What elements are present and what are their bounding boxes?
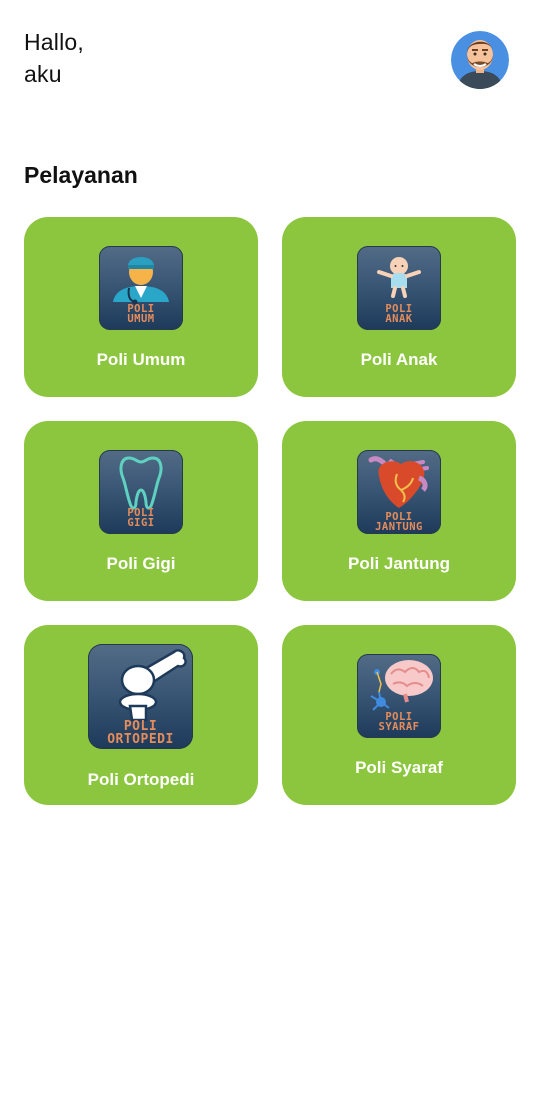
icon-caption-line: ORTOPEDI [107,732,174,747]
man-avatar-icon [451,31,509,89]
section-title: Pelayanan [24,162,138,188]
icon-caption: POLI GIGI [99,508,183,529]
greeting-user-name: aku [24,61,62,87]
doctor-icon: POLI UMUM [99,246,183,330]
service-card-poli-jantung[interactable]: POLI JANTUNG Poli Jantung [282,421,516,601]
service-label: Poli Umum [96,350,186,369]
greeting: Hallo, aku [24,26,84,90]
icon-caption-line: ANAK [385,313,413,325]
service-card-poli-syaraf[interactable]: POLI SYARAF Poli Syaraf [282,625,516,805]
icon-caption: POLI JANTUNG [357,512,441,533]
service-card-poli-umum[interactable]: POLI UMUM Poli Umum [24,217,258,397]
bone-joint-icon: POLI ORTOPEDI [88,644,193,749]
icon-caption: POLI ORTOPEDI [88,720,193,746]
service-card-poli-gigi[interactable]: POLI GIGI Poli Gigi [24,421,258,601]
icon-caption-line: JANTUNG [375,521,423,533]
service-label: Poli Syaraf [355,758,443,777]
service-label: Poli Anak [360,350,438,369]
service-card-poli-anak[interactable]: POLI ANAK Poli Anak [282,217,516,397]
heart-icon: POLI JANTUNG [357,450,441,534]
service-label: Poli Jantung [348,554,450,573]
profile-avatar[interactable] [451,31,509,89]
icon-caption-line: GIGI [127,517,155,529]
tooth-icon: POLI GIGI [99,450,183,534]
icon-caption: POLI SYARAF [357,712,441,733]
brain-icon: POLI SYARAF [357,654,441,738]
service-card-poli-ortopedi[interactable]: POLI ORTOPEDI Poli Ortopedi [24,625,258,805]
icon-caption-line: UMUM [127,313,155,325]
icon-caption-line: SYARAF [378,721,420,733]
icon-caption: POLI ANAK [357,304,441,325]
service-label: Poli Gigi [106,554,176,573]
service-label: Poli Ortopedi [87,770,195,789]
icon-caption: POLI UMUM [99,304,183,325]
baby-icon: POLI ANAK [357,246,441,330]
greeting-line-1: Hallo, [24,29,85,55]
